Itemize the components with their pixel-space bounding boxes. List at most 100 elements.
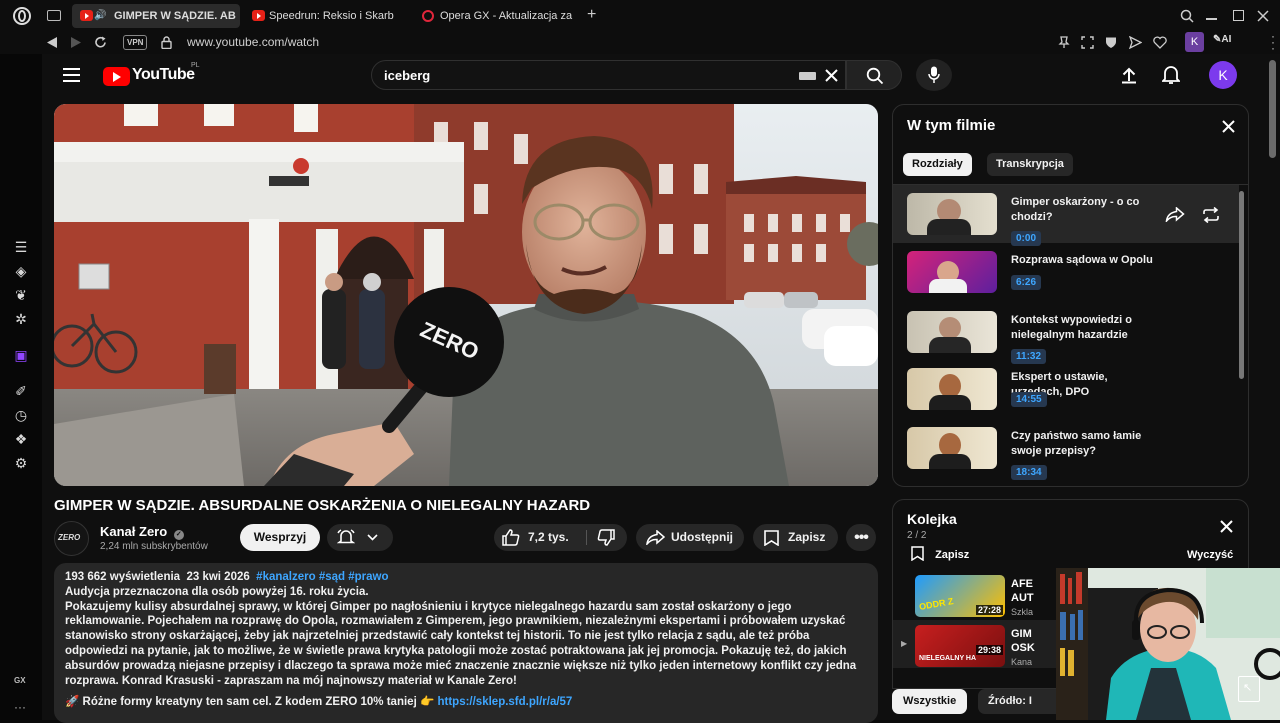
lock-icon[interactable] <box>161 36 172 49</box>
pin-icon[interactable] <box>1058 36 1070 49</box>
queue-item-channel: Szkla <box>1011 607 1034 617</box>
loop-chapter-icon[interactable] <box>1201 207 1221 223</box>
snapshot-icon[interactable] <box>1081 36 1094 49</box>
extensions-icon[interactable]: ❖ <box>12 430 30 448</box>
close-chapters-icon[interactable] <box>1222 120 1235 133</box>
ai-label: AI <box>1221 34 1232 45</box>
channel-name[interactable]: Kanał Zero ✓ <box>100 524 184 540</box>
channel-avatar[interactable]: ZERO <box>54 521 89 556</box>
tab-speedrun[interactable]: Speedrun: Reksio i Skarb <box>244 4 402 28</box>
sidebar-more-icon[interactable]: ··· <box>14 700 26 714</box>
reload-icon[interactable] <box>94 36 107 49</box>
queue-save-button[interactable]: Zapisz <box>911 546 970 562</box>
promo-link[interactable]: https://sklep.sfd.pl/r/a/57 <box>437 696 572 708</box>
thumbs-down-icon <box>597 529 615 546</box>
save-button[interactable]: Zapisz <box>753 524 838 551</box>
chapter-item[interactable]: Rozprawa sądowa w Opolu 6:26 <box>907 251 1237 301</box>
like-count: 7,2 tys. <box>528 530 569 544</box>
chip-all[interactable]: Wszystkie <box>892 689 968 714</box>
tab-label: Speedrun: Reksio i Skarb <box>269 10 394 22</box>
gx-corner-icon[interactable]: ◈ <box>12 262 30 280</box>
close-queue-icon[interactable] <box>1220 520 1233 533</box>
tab-chapters[interactable]: Rozdziały <box>903 153 972 176</box>
settings-icon[interactable]: ⚙ <box>12 454 30 472</box>
keyboard-icon[interactable] <box>799 72 816 80</box>
chapter-thumbnail <box>907 368 997 410</box>
search-tabs-icon[interactable] <box>1180 9 1194 23</box>
maximize-button[interactable] <box>1233 10 1244 21</box>
gx-mod-icon[interactable]: ❦ <box>12 286 30 304</box>
chapter-time[interactable]: 14:55 <box>1011 392 1047 407</box>
youtube-logo-text: YouTube <box>132 66 195 83</box>
search-box[interactable]: iceberg <box>371 60 846 90</box>
search-input[interactable]: iceberg <box>384 68 430 83</box>
region-label: PL <box>191 62 200 69</box>
gx-link-icon[interactable]: ✐ <box>12 382 30 400</box>
popout-icon[interactable]: ↖ <box>1238 676 1260 702</box>
tab-transcript[interactable]: Transkrypcja <box>987 153 1073 176</box>
like-button[interactable]: 7,2 tys. <box>494 524 584 551</box>
notification-bell-button[interactable] <box>327 524 393 551</box>
page-scrollbar-thumb[interactable] <box>1269 60 1276 158</box>
share-button[interactable]: Udostępnij <box>636 524 744 551</box>
tab-island-icon[interactable] <box>47 10 61 21</box>
chapters-scrollbar[interactable] <box>1239 191 1244 379</box>
share-label: Udostępnij <box>671 530 733 544</box>
more-actions-button[interactable]: ••• <box>846 524 876 551</box>
vpn-badge[interactable]: VPN <box>123 35 148 50</box>
tab-gimper[interactable]: 🔊 GIMPER W SĄDZIE. AB <box>72 4 240 28</box>
support-button[interactable]: Wesprzyj <box>240 524 320 551</box>
chapter-item[interactable]: Ekspert o ustawie, urzędach, DPO 14:55 <box>907 368 1237 418</box>
clear-search-icon[interactable] <box>825 69 838 82</box>
channel-avatar-logo: ZERO <box>58 533 81 542</box>
chapter-time[interactable]: 11:32 <box>1011 349 1047 364</box>
profile-avatar[interactable]: K <box>1185 32 1204 52</box>
voice-search-button[interactable] <box>916 59 952 91</box>
dislike-button[interactable] <box>587 524 627 551</box>
description-meta: 193 662 wyświetlenia 23 kwi 2026 #kanalz… <box>65 570 867 585</box>
chapter-time[interactable]: 18:34 <box>1011 465 1047 480</box>
chapter-thumbnail <box>907 251 997 293</box>
video-player[interactable]: ZERO <box>54 104 878 486</box>
channel-name-text: Kanał Zero <box>100 524 168 539</box>
minimize-button[interactable] <box>1206 18 1217 20</box>
close-window-icon[interactable] <box>1257 10 1269 22</box>
chapter-item[interactable]: Gimper oskarżony - o co chodzi? 0:00 <box>907 193 1237 246</box>
gx-cleaner-icon[interactable]: ✲ <box>12 310 30 328</box>
tab-opera-gx[interactable]: Opera GX - Aktualizacja za <box>414 4 574 28</box>
description-box[interactable]: 193 662 wyświetlenia 23 kwi 2026 #kanalz… <box>54 563 878 723</box>
upload-icon[interactable] <box>1120 66 1138 84</box>
browser-menu-icon[interactable]: · · · <box>1271 30 1275 54</box>
chapter-time[interactable]: 0:00 <box>1011 231 1042 246</box>
chapter-item[interactable]: Kontekst wypowiedzi o nielegalnym hazard… <box>907 311 1237 364</box>
account-avatar[interactable]: K <box>1209 61 1237 89</box>
tab-label: Opera GX - Aktualizacja za <box>440 10 573 22</box>
share-chapter-icon[interactable] <box>1165 207 1185 222</box>
chapter-time[interactable]: 6:26 <box>1011 275 1042 290</box>
gx-sidebar: ☰ ◈ ❦ ✲ ▣ ✐ ◷ ❖ ⚙ GX ··· <box>0 54 42 720</box>
search-button[interactable] <box>846 60 902 90</box>
ai-button[interactable]: ✎AI <box>1213 34 1231 45</box>
send-icon[interactable] <box>1129 36 1142 49</box>
gx-control-icon[interactable]: ☰ <box>12 238 30 256</box>
chapter-item[interactable]: Czy państwo samo łamie swoje przepisy? 1… <box>907 427 1237 480</box>
hashtags-link[interactable]: #kanalzero #sąd #prawo <box>256 571 388 583</box>
shield-icon[interactable] <box>1105 36 1117 49</box>
gx-label[interactable]: GX <box>14 676 26 685</box>
chip-source[interactable]: Źródło: I <box>978 689 1056 714</box>
history-icon[interactable]: ◷ <box>12 406 30 424</box>
opera-favicon-icon <box>422 10 434 22</box>
hamburger-menu-icon[interactable] <box>63 68 80 82</box>
url-text[interactable]: www.youtube.com/watch <box>187 35 319 49</box>
queue-clear-button[interactable]: Wyczyść <box>1187 549 1233 561</box>
heart-icon[interactable] <box>1153 36 1167 49</box>
forward-icon[interactable] <box>70 37 82 48</box>
twitch-icon[interactable]: ▣ <box>12 346 30 364</box>
bell-icon <box>337 529 355 544</box>
new-tab-button[interactable]: + <box>587 6 596 24</box>
queue-save-label: Zapisz <box>935 549 970 561</box>
opera-menu-icon[interactable] <box>13 7 31 25</box>
notifications-icon[interactable] <box>1162 65 1180 85</box>
browser-tab-bar: 🔊 GIMPER W SĄDZIE. AB Speedrun: Reksio i… <box>0 0 1280 32</box>
back-icon[interactable] <box>46 37 58 48</box>
